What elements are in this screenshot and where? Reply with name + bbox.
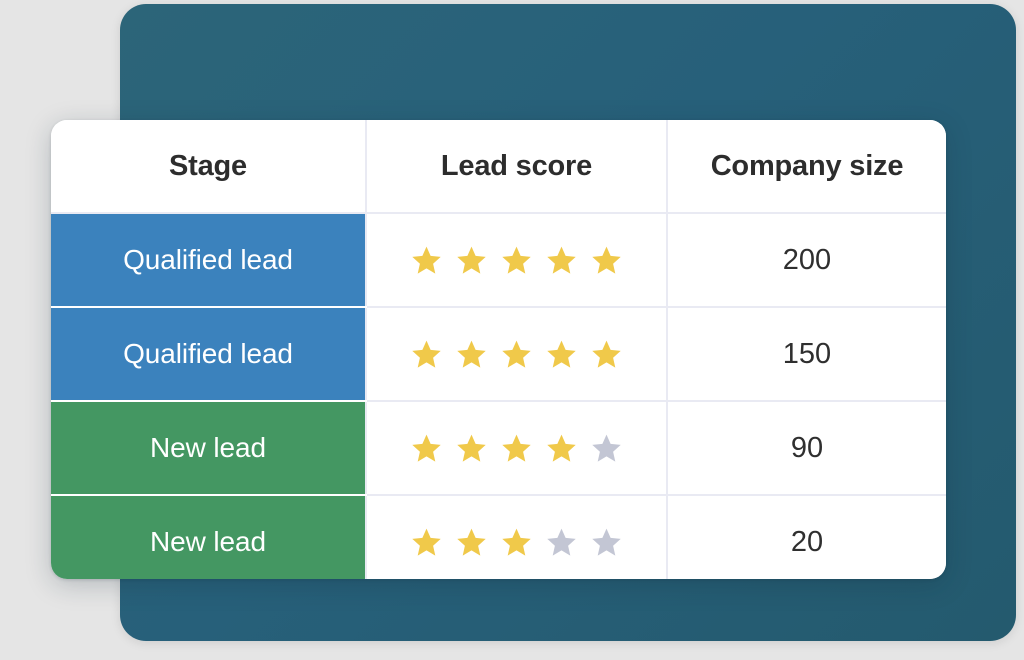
- lead-score-cell: [366, 401, 668, 496]
- table-row: Qualified lead 200: [51, 213, 946, 308]
- table-row: Qualified lead 150: [51, 307, 946, 402]
- star-filled-icon: [502, 434, 531, 462]
- star-rating: [367, 244, 666, 277]
- column-header-lead-score: Lead score: [366, 120, 668, 214]
- star-rating: [367, 338, 666, 371]
- star-filled-icon: [457, 340, 486, 368]
- star-filled-icon: [502, 340, 531, 368]
- star-empty-icon: [592, 434, 621, 462]
- lead-score-cell: [366, 495, 668, 579]
- table-header: Stage Lead score Company size: [51, 120, 946, 214]
- star-filled-icon: [412, 246, 441, 274]
- star-empty-icon: [592, 528, 621, 556]
- column-header-stage: Stage: [51, 120, 367, 214]
- table-body: Qualified lead 200 Qualified lead 150 New le…: [51, 213, 946, 579]
- company-size-cell: 150: [667, 307, 946, 402]
- star-filled-icon: [412, 434, 441, 462]
- table-row: New lead 90: [51, 401, 946, 496]
- lead-score-cell: [366, 213, 668, 308]
- column-header-company-size: Company size: [667, 120, 946, 214]
- stage-cell: Qualified lead: [51, 307, 367, 402]
- company-size-cell: 200: [667, 213, 946, 308]
- lead-table-card: Stage Lead score Company size Qualified …: [51, 120, 946, 579]
- star-rating: [367, 432, 666, 465]
- star-filled-icon: [502, 246, 531, 274]
- stage-cell: New lead: [51, 495, 367, 579]
- star-filled-icon: [547, 340, 576, 368]
- star-filled-icon: [502, 528, 531, 556]
- star-filled-icon: [592, 246, 621, 274]
- star-filled-icon: [547, 434, 576, 462]
- screenshot-root: Stage Lead score Company size Qualified …: [0, 0, 1024, 660]
- company-size-cell: 90: [667, 401, 946, 496]
- star-filled-icon: [457, 246, 486, 274]
- star-filled-icon: [412, 528, 441, 556]
- star-rating: [367, 526, 666, 559]
- star-filled-icon: [412, 340, 441, 368]
- star-empty-icon: [547, 528, 576, 556]
- stage-cell: New lead: [51, 401, 367, 496]
- star-filled-icon: [457, 434, 486, 462]
- star-filled-icon: [457, 528, 486, 556]
- star-filled-icon: [547, 246, 576, 274]
- stage-cell: Qualified lead: [51, 213, 367, 308]
- company-size-cell: 20: [667, 495, 946, 579]
- table-header-row: Stage Lead score Company size: [51, 120, 946, 214]
- star-filled-icon: [592, 340, 621, 368]
- lead-table: Stage Lead score Company size Qualified …: [51, 120, 946, 579]
- lead-score-cell: [366, 307, 668, 402]
- table-row: New lead 20: [51, 495, 946, 579]
